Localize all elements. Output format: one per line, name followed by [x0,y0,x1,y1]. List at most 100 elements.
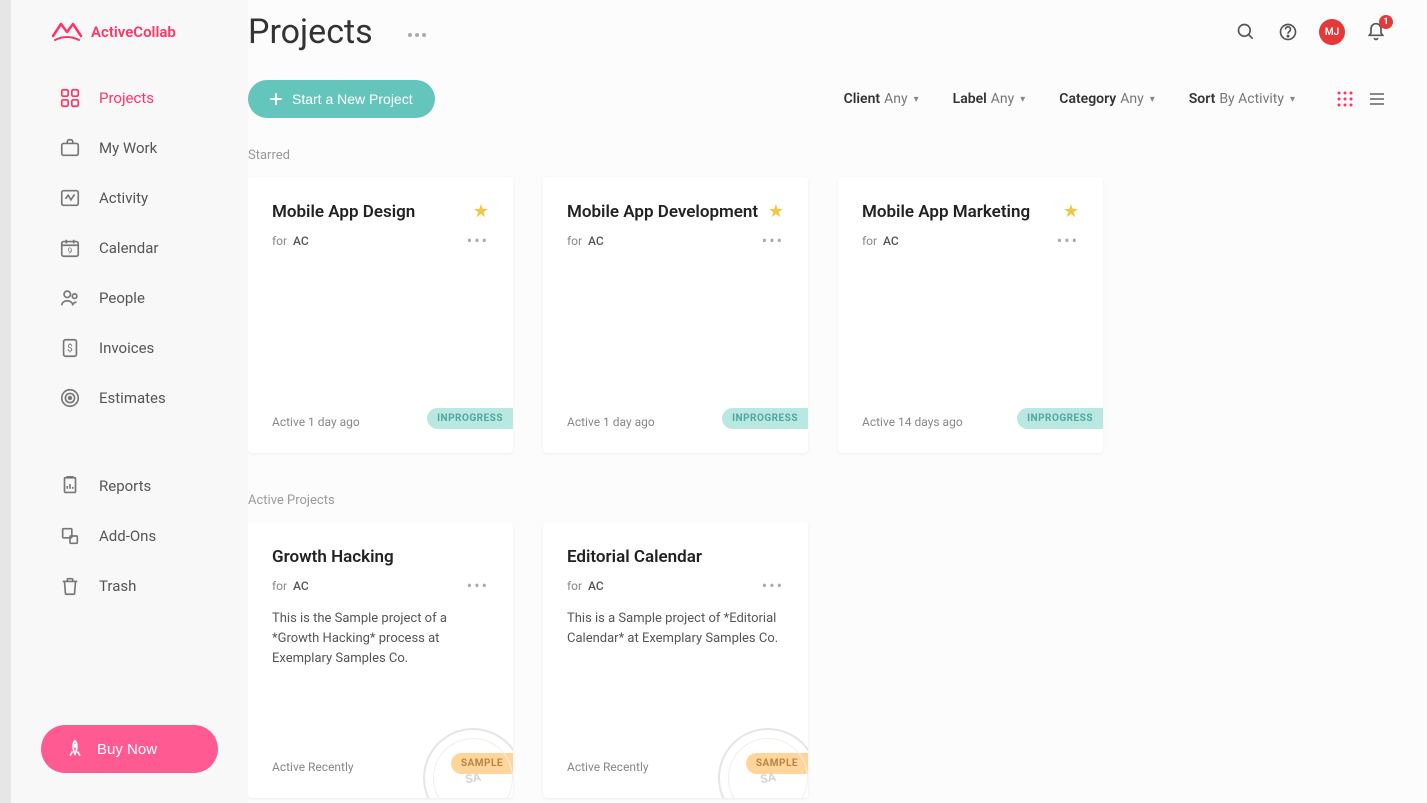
card-client: for AC [272,579,309,593]
activecollab-icon [51,20,83,44]
sidebar-item-label: Calendar [99,239,159,257]
calendar-icon: 9 [59,237,81,259]
sidebar-item-invoices[interactable]: $ Invoices [41,324,218,372]
sidebar-item-label: Estimates [99,389,166,407]
card-options-icon[interactable]: ••• [762,576,784,595]
new-project-button[interactable]: Start a New Project [248,80,435,118]
svg-text:9: 9 [68,247,73,257]
avatar[interactable]: MJ [1319,19,1345,45]
search-icon[interactable] [1235,21,1257,43]
starred-cards: Mobile App Design ★ for AC ••• Active 1 … [248,177,1387,453]
card-options-icon[interactable]: ••• [762,231,784,250]
sidebar-item-estimates[interactable]: Estimates [41,374,218,422]
sidebar-item-my-work[interactable]: My Work [41,124,218,172]
card-title: Mobile App Development [567,201,768,223]
sidebar-item-label: Trash [99,577,136,595]
sidebar-item-label: Reports [99,477,151,495]
card-title: Growth Hacking [272,546,489,568]
star-icon[interactable]: ★ [1063,201,1079,222]
filter-value: Any [1120,91,1144,107]
activity-icon [59,187,81,209]
card-activity: Active 1 day ago [272,415,360,429]
status-badge: INPROGRESS [1017,408,1103,429]
card-activity: Active 14 days ago [862,415,963,429]
card-options-icon[interactable]: ••• [1057,231,1079,250]
filter-value: Any [884,91,908,107]
sidebar-item-trash[interactable]: Trash [41,562,218,610]
filter-category[interactable]: Category Any ▾ [1059,91,1154,107]
star-icon[interactable]: ★ [473,201,489,222]
view-toggle [1335,89,1387,109]
window-edge [0,0,11,803]
target-icon [59,387,81,409]
sidebar-item-label: People [99,289,145,307]
plus-icon [270,93,282,105]
grid-icon [59,87,81,109]
card-client: for AC [567,234,604,248]
sidebar-item-projects[interactable]: Projects [41,74,218,122]
card-activity: Active Recently [567,760,649,774]
content-area: Starred Mobile App Design ★ for AC ••• A… [248,138,1427,803]
report-icon [59,475,81,497]
card-title: Mobile App Marketing [862,201,1063,223]
status-badge: INPROGRESS [427,408,513,429]
status-badge: SAMPLE [746,753,808,774]
project-card[interactable]: Editorial Calendar for AC ••• This is a … [543,522,808,798]
sidebar-item-label: Projects [99,89,154,107]
card-title: Editorial Calendar [567,546,784,568]
project-card[interactable]: Growth Hacking for AC ••• This is the Sa… [248,522,513,798]
invoice-icon: $ [59,337,81,359]
star-icon[interactable]: ★ [768,201,784,222]
avatar-initials: MJ [1325,27,1339,38]
page-header: Projects MJ 1 [248,0,1427,52]
grid-view-icon[interactable] [1335,89,1355,109]
card-client: for AC [272,234,309,248]
sidebar-item-label: Invoices [99,339,154,357]
buy-now-label: Buy Now [97,741,157,758]
project-card[interactable]: Mobile App Design ★ for AC ••• Active 1 … [248,177,513,453]
sidebar-item-reports[interactable]: Reports [41,462,218,510]
section-starred-label: Starred [248,138,1387,177]
primary-nav: Projects My Work Activity 9 Calendar People $ I… [11,74,248,422]
filter-label[interactable]: Label Any ▾ [953,91,1026,107]
filter-value: Any [991,91,1015,107]
people-icon [59,287,81,309]
buy-now-button[interactable]: Buy Now [41,725,218,773]
card-options-icon[interactable]: ••• [467,231,489,250]
filter-label: Category [1059,91,1116,107]
project-card[interactable]: Mobile App Marketing ★ for AC ••• Active… [838,177,1103,453]
project-card[interactable]: Mobile App Development ★ for AC ••• Acti… [543,177,808,453]
active-cards: Growth Hacking for AC ••• This is the Sa… [248,522,1387,798]
rocket-icon [65,739,85,759]
chevron-down-icon: ▾ [1150,94,1155,105]
briefcase-icon [59,137,81,159]
chevron-down-icon: ▾ [1020,94,1025,105]
list-view-icon[interactable] [1367,89,1387,109]
card-activity: Active 1 day ago [567,415,655,429]
help-icon[interactable] [1277,21,1299,43]
filter-sort[interactable]: Sort By Activity ▾ [1189,91,1295,107]
sidebar-item-calendar[interactable]: 9 Calendar [41,224,218,272]
sidebar-item-people[interactable]: People [41,274,218,322]
addon-icon [59,525,81,547]
notification-badge: 1 [1379,15,1393,29]
trash-icon [59,575,81,597]
page-options-icon[interactable] [407,23,427,42]
sidebar-item-label: Activity [99,189,148,207]
card-client: for AC [862,234,899,248]
chevron-down-icon: ▾ [1290,94,1295,105]
chevron-down-icon: ▾ [914,94,919,105]
card-options-icon[interactable]: ••• [467,576,489,595]
sidebar: ActiveCollab Projects My Work Activity 9 Cal… [11,0,248,803]
sidebar-item-label: Add-Ons [99,527,156,545]
secondary-nav: Reports Add-Ons Trash [11,462,248,610]
sidebar-item-activity[interactable]: Activity [41,174,218,222]
filter-label: Sort [1189,91,1216,107]
sidebar-item-add-ons[interactable]: Add-Ons [41,512,218,560]
notifications-icon[interactable]: 1 [1365,21,1387,43]
status-badge: SAMPLE [451,753,513,774]
brand-logo[interactable]: ActiveCollab [11,10,248,74]
filter-label: Client [844,91,880,107]
card-client: for AC [567,579,604,593]
filter-client[interactable]: Client Any ▾ [844,91,919,107]
